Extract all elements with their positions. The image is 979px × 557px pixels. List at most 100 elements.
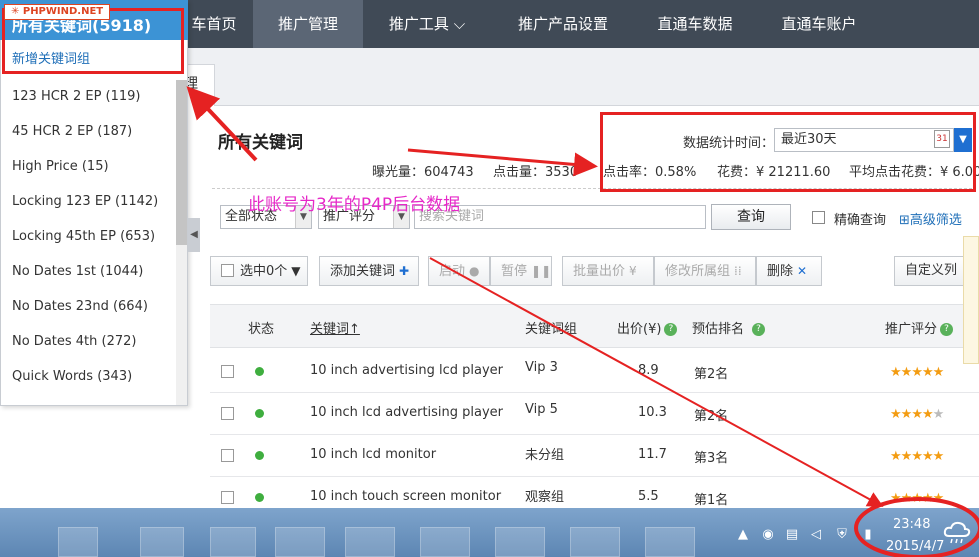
star-filled-icon: ★ — [890, 365, 902, 380]
network-icon[interactable]: ▮ — [860, 527, 876, 543]
sort-up-icon: ↑ — [349, 322, 360, 337]
keyword-group-item[interactable]: No Dates 23nd (664) — [12, 299, 148, 314]
help-icon[interactable]: ? — [664, 323, 678, 336]
page-title: 所有关键词 — [218, 133, 303, 153]
qq-penguin-icon[interactable]: ◉ — [760, 527, 776, 543]
clock-date[interactable]: 2015/4/7 — [886, 539, 944, 554]
select-dropdown-button[interactable]: 选中0个 ▼ — [210, 256, 308, 286]
select-all-checkbox[interactable] — [221, 264, 234, 277]
nav-item-promotion-management[interactable]: 推广管理 — [253, 0, 363, 48]
taskbar-app-button[interactable] — [345, 527, 395, 557]
star-filled-icon: ★ — [890, 449, 902, 464]
rating-stars: ★★★★★ — [890, 449, 945, 464]
keyword-group-item[interactable]: Locking 45th EP (653) — [12, 229, 155, 244]
keyword-cell: 10 inch advertising lcd player — [310, 363, 504, 378]
taskbar-app-button[interactable] — [420, 527, 470, 557]
row-checkbox[interactable] — [221, 365, 234, 378]
change-group-button[interactable]: 修改所属组 ⁞⁞ — [654, 256, 756, 286]
grid-icon: ⁞⁞ — [734, 264, 742, 278]
help-icon[interactable]: ? — [940, 323, 954, 336]
bulk-bid-button[interactable]: 批量出价 ¥ — [562, 256, 654, 286]
delete-label: 删除 — [767, 264, 794, 279]
nav-item-data[interactable]: 直通车数据 — [635, 0, 755, 48]
add-keyword-button[interactable]: 添加关键词 ✚ — [319, 256, 419, 286]
rank-cell: 第3名 — [694, 451, 729, 466]
keyword-group-item[interactable]: Quick Words (343) — [12, 369, 132, 384]
row-checkbox[interactable] — [221, 407, 234, 420]
change-group-label: 修改所属组 — [665, 264, 731, 279]
taskbar-app-button[interactable] — [58, 527, 98, 557]
volume-muted-icon[interactable]: ◁ — [808, 527, 824, 543]
keyword-group-item[interactable]: No Dates 1st (1044) — [12, 264, 143, 279]
bid-cell[interactable]: 11.7 — [638, 447, 667, 462]
keyword-group-item[interactable]: 123 HCR 2 EP (119) — [12, 89, 141, 104]
bid-cell[interactable]: 5.5 — [638, 489, 659, 504]
taskbar-app-button[interactable] — [495, 527, 545, 557]
annotation-note: 此账号为3年的P4P后台数据 — [248, 195, 461, 215]
bid-cell[interactable]: 10.3 — [638, 405, 667, 420]
weather-cloud-icon[interactable] — [942, 518, 972, 546]
status-active-icon — [255, 493, 264, 502]
rank-cell: 第2名 — [694, 367, 729, 382]
row-checkbox[interactable] — [221, 449, 234, 462]
keyword-group-item[interactable]: No Dates 4th (272) — [12, 334, 136, 349]
rating-stars: ★★★★★ — [890, 491, 945, 506]
taskbar-app-button[interactable] — [570, 527, 620, 557]
star-filled-icon: ★ — [921, 491, 934, 506]
help-icon[interactable]: ? — [752, 323, 766, 336]
keyword-group-item[interactable]: Locking 123 EP (1142) — [12, 194, 158, 209]
row-checkbox[interactable] — [221, 491, 234, 504]
annotation-box-stats — [600, 112, 976, 192]
column-header-bid: 出价(¥)? — [617, 318, 678, 337]
security-shield-icon[interactable]: ⛨ — [834, 527, 850, 543]
star-filled-icon: ★ — [900, 407, 913, 422]
keyword-cell: 10 inch lcd monitor — [310, 447, 437, 462]
row-divider — [210, 434, 979, 435]
clipboard-icon[interactable]: ▤ — [784, 527, 800, 543]
taskbar-app-button[interactable] — [140, 527, 184, 557]
taskbar-app-button[interactable] — [275, 527, 325, 557]
nav-item-product-settings[interactable]: 推广产品设置 — [491, 0, 635, 48]
bid-cell[interactable]: 8.9 — [638, 363, 659, 378]
star-filled-icon: ★ — [932, 491, 945, 506]
keyword-group-item[interactable]: High Price (15) — [12, 159, 109, 174]
query-button[interactable]: 查询 — [711, 204, 791, 230]
clock-time[interactable]: 23:48 — [893, 517, 930, 532]
tray-expand-icon[interactable]: ▲ — [735, 527, 751, 543]
column-header-keyword[interactable]: 关键词↑ — [310, 318, 360, 337]
star-filled-icon: ★ — [921, 407, 934, 422]
chevron-down-icon: ▼ — [291, 264, 301, 278]
status-active-icon — [255, 367, 264, 376]
group-cell: 未分组 — [525, 448, 565, 463]
exact-query-checkbox[interactable] — [812, 211, 825, 224]
status-active-icon — [255, 409, 264, 418]
star-filled-icon: ★ — [911, 449, 923, 464]
bid-header-label: 出价(¥) — [617, 322, 662, 337]
star-filled-icon: ★ — [932, 449, 945, 464]
star-filled-icon: ★ — [911, 365, 923, 380]
star-filled-icon: ★ — [900, 491, 913, 506]
keyword-cell: 10 inch touch screen monitor — [310, 489, 502, 504]
pause-label: 暂停 — [501, 264, 528, 279]
keyword-group-item[interactable]: 45 HCR 2 EP (187) — [12, 124, 132, 139]
scrollbar-thumb[interactable] — [176, 80, 187, 245]
nav-item-account[interactable]: 直通车账户 — [755, 0, 883, 48]
pause-icon: ❚❚ — [531, 264, 552, 278]
panel-collapse-toggle-icon[interactable]: ◀ — [188, 218, 200, 252]
delete-button[interactable]: 删除 ✕ — [756, 256, 822, 286]
rating-stars: ★★★★★ — [890, 407, 944, 422]
taskbar-app-button[interactable] — [645, 527, 695, 557]
taskbar-app-button[interactable] — [210, 527, 256, 557]
stat-impressions: 曝光量：604743 — [372, 165, 474, 180]
nav-item-promotion-tools[interactable]: 推广工具 ⌵ — [363, 0, 491, 48]
advanced-filter-link[interactable]: ⊞高级筛选 — [899, 209, 962, 228]
side-helper-widget[interactable] — [963, 236, 979, 364]
star-filled-icon: ★ — [911, 407, 923, 422]
star-filled-icon: ★ — [900, 365, 913, 380]
row-divider — [210, 392, 979, 393]
start-label: 启动 — [439, 264, 466, 279]
group-cell: Vip 3 — [525, 360, 558, 375]
start-button[interactable]: 启动 ● — [428, 256, 490, 286]
pause-button[interactable]: 暂停 ❚❚ — [490, 256, 552, 286]
group-cell: Vip 5 — [525, 402, 558, 417]
